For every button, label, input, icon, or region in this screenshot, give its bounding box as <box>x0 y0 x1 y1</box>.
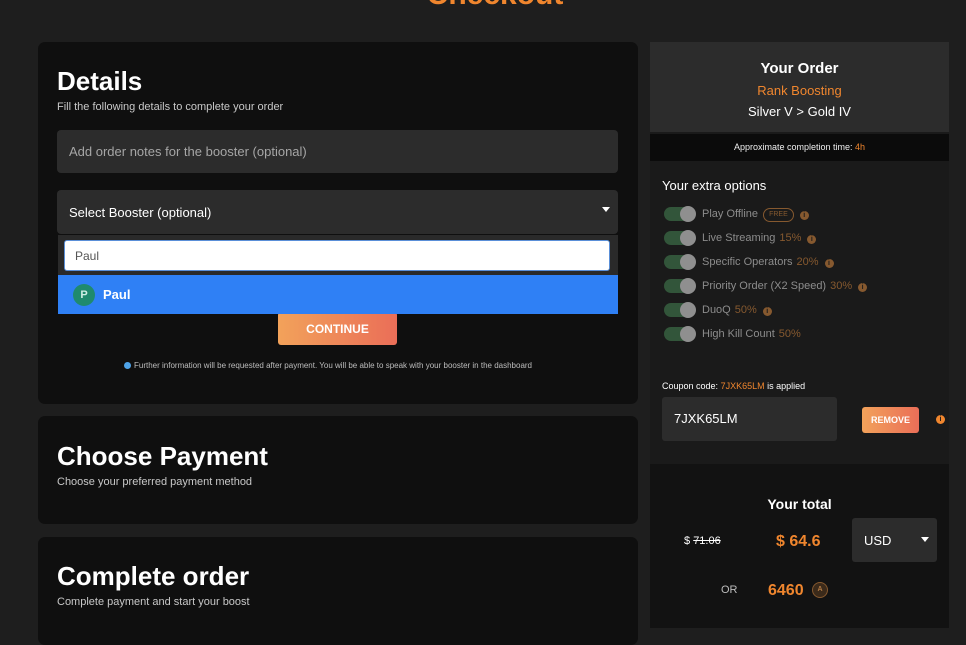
chevron-down-icon <box>921 537 929 542</box>
remove-coupon-button[interactable]: REMOVE <box>862 407 919 433</box>
coupon-code: 7JXK65LM <box>720 381 765 391</box>
toggle-switch[interactable] <box>664 302 696 318</box>
info-note-text: Further information will be requested af… <box>134 361 533 370</box>
toggle-switch[interactable] <box>664 206 696 222</box>
info-icon <box>124 362 131 369</box>
booster-dropdown: P Paul <box>58 235 618 314</box>
coupon-label-suffix: is applied <box>767 381 806 391</box>
points-value: 6460 <box>768 582 804 599</box>
info-icon[interactable]: i <box>858 283 868 292</box>
complete-heading: Complete order <box>57 561 250 591</box>
booster-select[interactable]: Select Booster (optional) <box>57 190 618 234</box>
info-note: Further information will be requested af… <box>124 361 532 370</box>
completion-label: Approximate completion time: <box>733 142 853 152</box>
coupon-label-prefix: Coupon code: <box>662 381 719 391</box>
booster-option-label: Paul <box>103 287 131 302</box>
coupon-input[interactable]: 7JXK65LM <box>662 397 837 441</box>
order-service: Rank Boosting <box>757 83 842 98</box>
order-ranks: Silver V > Gold IV <box>748 104 851 119</box>
total-panel: Your total $ 71.06 $ 64.6 USD OR 6460 A <box>650 464 949 628</box>
option-name: DuoQ <box>702 304 731 316</box>
option-name: Live Streaming <box>702 232 776 244</box>
details-card: Details Fill the following details to co… <box>38 42 638 404</box>
free-badge: FREE <box>763 208 794 222</box>
order-notes-input[interactable] <box>57 130 618 173</box>
option-name: High Kill Count <box>702 328 775 340</box>
info-icon[interactable]: i <box>799 211 809 220</box>
info-icon[interactable]: i <box>807 235 817 244</box>
order-summary-panel: Your Order Rank Boosting Silver V > Gold… <box>650 42 949 628</box>
details-heading: Details <box>57 66 143 96</box>
option-percent: 30% <box>830 280 853 292</box>
coupon-label: Coupon code: 7JXK65LM is applied <box>662 381 805 391</box>
info-icon[interactable]: i <box>936 415 945 424</box>
complete-subtitle: Complete payment and start your boost <box>57 596 250 608</box>
toggle-switch[interactable] <box>664 254 696 270</box>
toggle-switch[interactable] <box>664 230 696 246</box>
order-title: Your Order <box>760 60 839 77</box>
toggle-switch[interactable] <box>664 278 696 294</box>
option-name: Specific Operators <box>702 256 793 268</box>
info-icon[interactable]: i <box>762 307 772 316</box>
or-label: OR <box>721 584 738 596</box>
old-price-currency: $ <box>684 535 691 547</box>
option-percent: 50% <box>734 304 757 316</box>
option-name: Play Offline <box>702 208 759 220</box>
order-header: Your Order Rank Boosting Silver V > Gold… <box>650 42 949 132</box>
booster-option-paul[interactable]: P Paul <box>58 275 618 314</box>
details-subtitle: Fill the following details to complete y… <box>57 101 284 113</box>
toggle-switch[interactable] <box>664 326 696 342</box>
completion-time: Approximate completion time: 4h <box>650 134 949 161</box>
page-title: Checkout <box>0 0 966 12</box>
old-price-amount: 71.06 <box>693 535 721 547</box>
option-percent: 50% <box>778 328 801 340</box>
currency-select-label: USD <box>864 533 892 548</box>
booster-search-input[interactable] <box>64 240 610 271</box>
avatar: P <box>73 284 95 306</box>
currency-select[interactable]: USD <box>852 518 937 562</box>
booster-select-label: Select Booster (optional) <box>69 205 212 220</box>
points-coin-icon: A <box>812 582 828 598</box>
chevron-down-icon <box>602 207 610 212</box>
payment-card: Choose Payment Choose your preferred pay… <box>38 416 638 524</box>
option-percent: 15% <box>779 232 802 244</box>
payment-heading: Choose Payment <box>57 441 268 471</box>
completion-value: 4h <box>855 142 866 152</box>
option-name: Priority Order (X2 Speed) <box>702 280 827 292</box>
total-title: Your total <box>767 496 832 512</box>
payment-subtitle: Choose your preferred payment method <box>57 476 253 488</box>
complete-order-card: Complete order Complete payment and star… <box>38 537 638 645</box>
option-percent: 20% <box>796 256 819 268</box>
continue-button[interactable]: CONTINUE <box>278 312 397 345</box>
new-price: $ 64.6 <box>776 533 821 550</box>
extras-title: Your extra options <box>662 178 767 193</box>
info-icon[interactable]: i <box>824 259 834 268</box>
old-price: $ 71.06 <box>684 535 721 547</box>
